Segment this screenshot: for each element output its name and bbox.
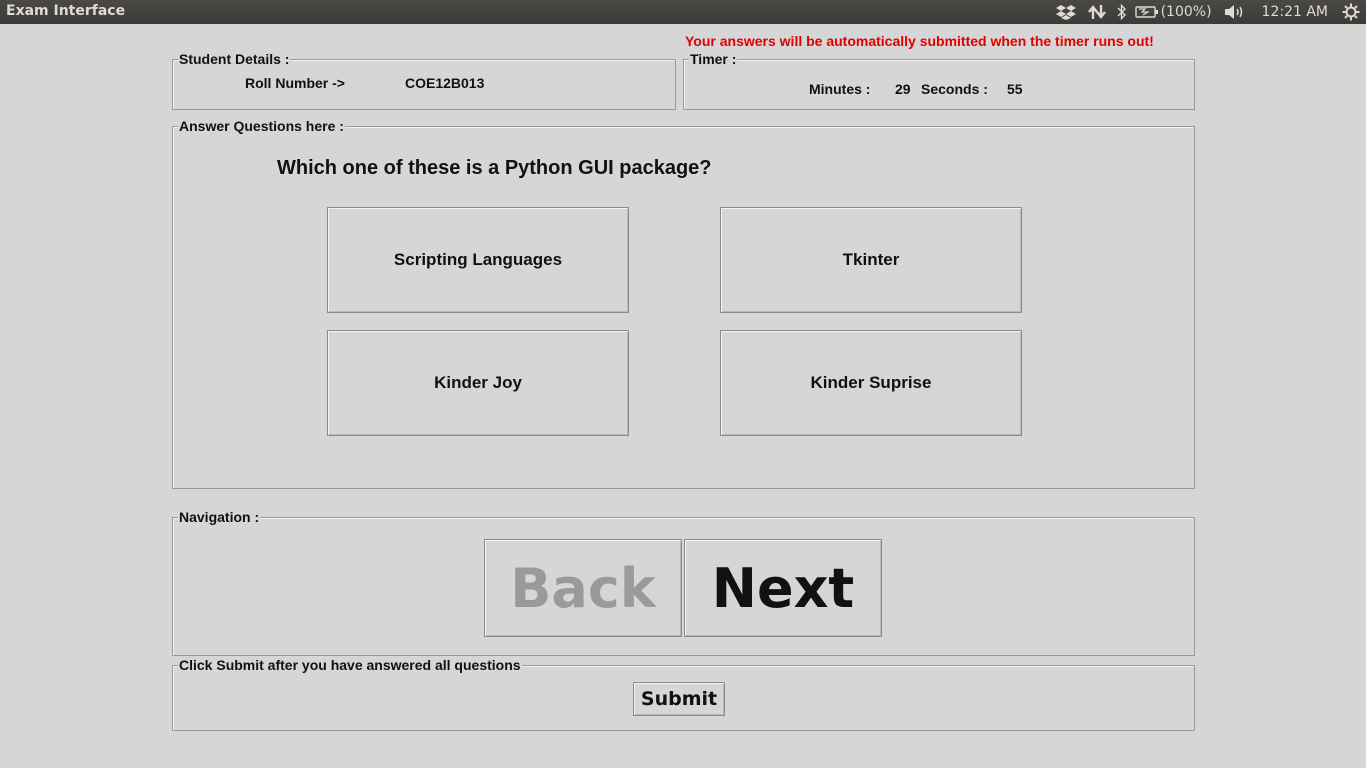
timer-frame: Timer : Minutes : 29 Seconds : 55 <box>683 51 1195 110</box>
top-panel: Exam Interface (100%) 12:21 AM <box>0 0 1366 24</box>
question-text: Which one of these is a Python GUI packa… <box>277 157 712 179</box>
option-button-4[interactable]: Kinder Suprise <box>720 330 1022 436</box>
student-details-legend: Student Details : <box>178 51 291 67</box>
seconds-value: 55 <box>1007 81 1023 97</box>
dropbox-icon[interactable] <box>1055 0 1077 24</box>
minutes-label: Minutes : <box>809 81 871 97</box>
network-icon[interactable] <box>1087 0 1107 24</box>
minutes-value: 29 <box>895 81 911 97</box>
bluetooth-icon[interactable] <box>1115 0 1129 24</box>
student-details-frame: Student Details : Roll Number -> COE12B0… <box>172 51 676 110</box>
submit-button[interactable]: Submit <box>633 682 725 716</box>
option-button-3[interactable]: Kinder Joy <box>327 330 629 436</box>
battery-icon[interactable] <box>1134 0 1159 24</box>
seconds-label: Seconds : <box>921 81 988 97</box>
auto-submit-warning: Your answers will be automatically submi… <box>685 33 1154 49</box>
answer-questions-frame: Answer Questions here : Which one of the… <box>172 118 1195 489</box>
answer-questions-legend: Answer Questions here : <box>178 118 345 134</box>
back-button[interactable]: Back <box>484 539 682 637</box>
option-button-1[interactable]: Scripting Languages <box>327 207 629 313</box>
timer-legend: Timer : <box>689 51 738 67</box>
clock[interactable]: 12:21 AM <box>1262 0 1328 24</box>
submit-frame: Click Submit after you have answered all… <box>172 657 1195 731</box>
window-title: Exam Interface <box>6 3 126 19</box>
volume-icon[interactable] <box>1224 0 1246 24</box>
roll-number-label: Roll Number -> <box>245 75 345 91</box>
next-button[interactable]: Next <box>684 539 882 637</box>
navigation-legend: Navigation : <box>178 509 261 525</box>
roll-number-value: COE12B013 <box>405 75 485 91</box>
option-button-2[interactable]: Tkinter <box>720 207 1022 313</box>
navigation-frame: Navigation : Back Next <box>172 509 1195 656</box>
battery-percent: (100%) <box>1160 4 1212 20</box>
system-tray: (100%) 12:21 AM <box>1055 0 1360 24</box>
submit-legend: Click Submit after you have answered all… <box>178 657 522 673</box>
settings-gear-icon[interactable] <box>1342 0 1360 24</box>
